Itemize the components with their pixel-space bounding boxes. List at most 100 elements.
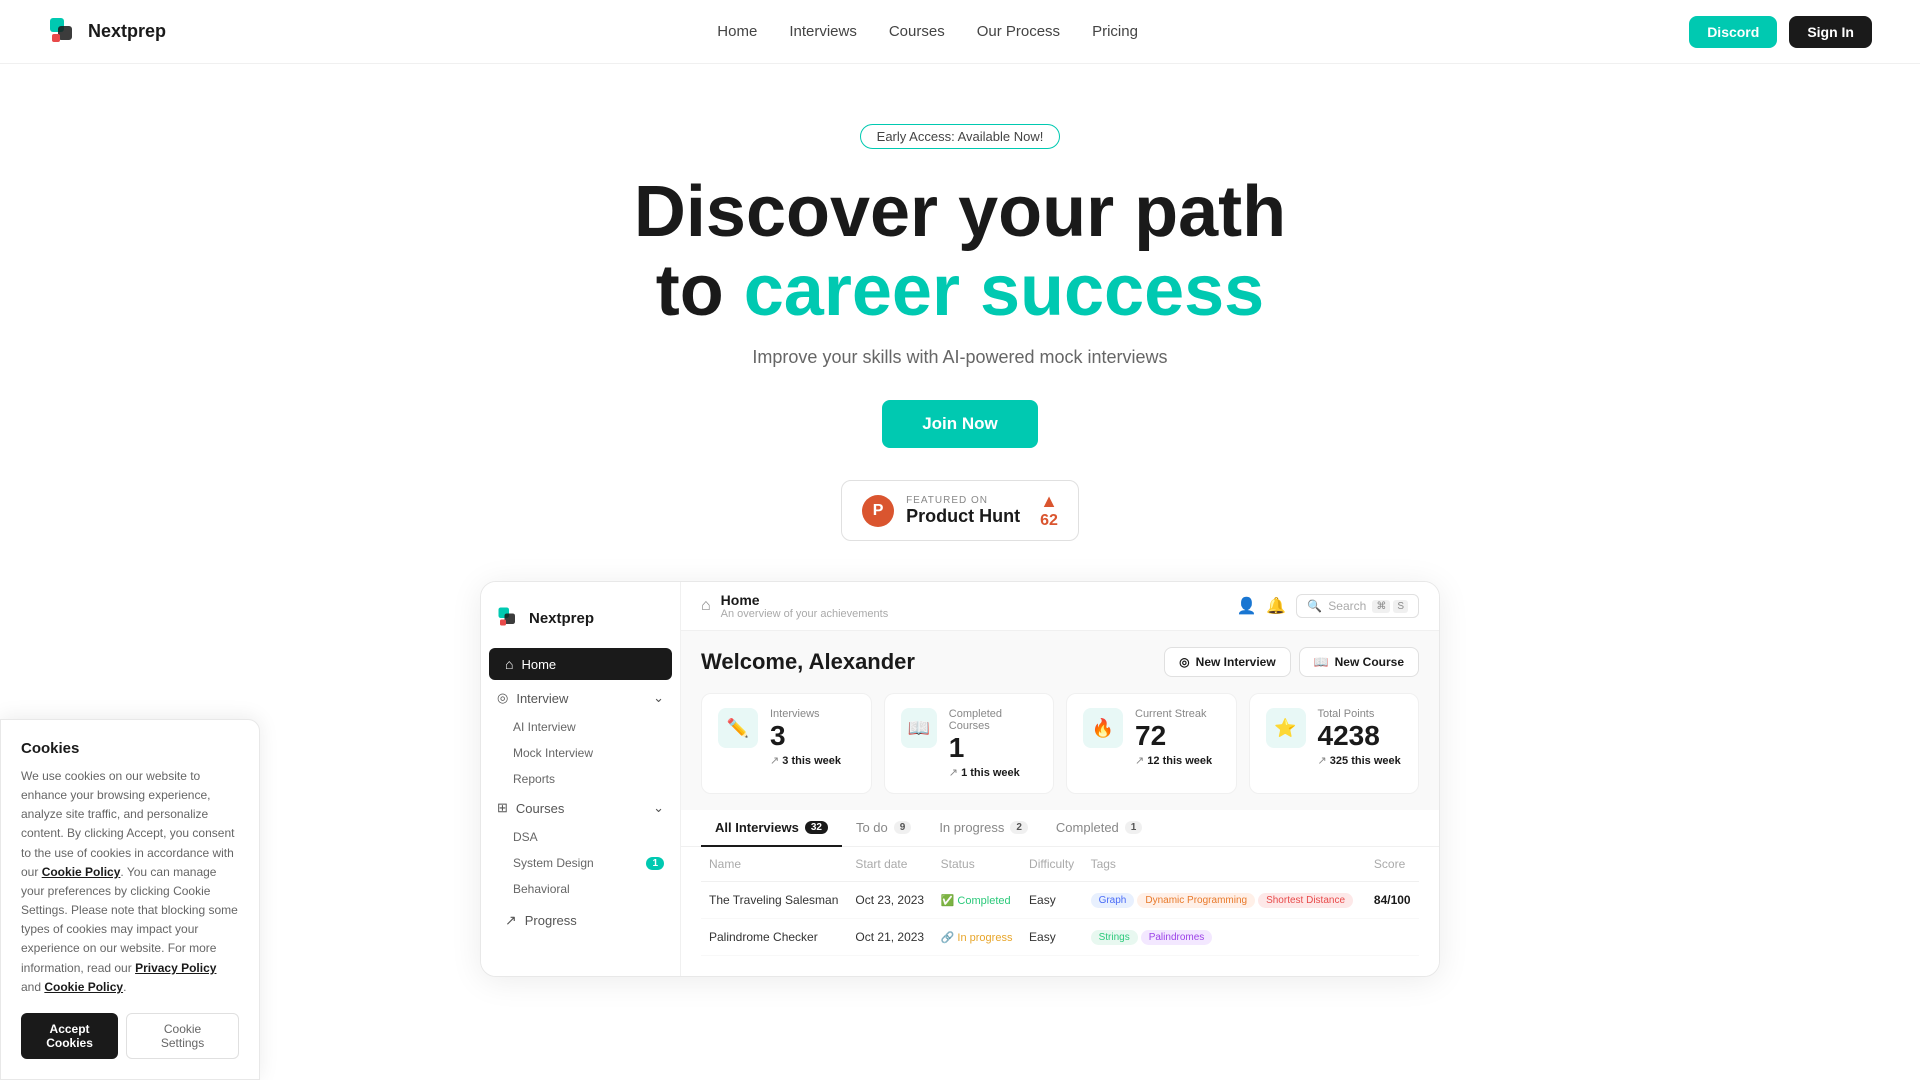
topbar-home-icon: ⌂ [701,597,711,615]
sidebar: Nextprep ⌂ Home ◎ Interview ⌄ AI Intervi… [481,582,681,976]
logo[interactable]: Nextprep [48,16,166,48]
hero-title: Discover your path to career success [634,173,1286,331]
tab-completed[interactable]: Completed 1 [1042,810,1156,847]
discord-button[interactable]: Discord [1689,16,1777,48]
topbar-title-group: Home An overview of your achievements [721,592,889,620]
col-status[interactable]: Status [933,847,1021,882]
sidebar-item-courses[interactable]: ⊞ Courses ⌄ [481,792,680,824]
hero-title-line1: Discover your path [634,172,1286,252]
col-name[interactable]: Name [701,847,847,882]
new-course-label: New Course [1335,655,1404,669]
courses-chevron-icon: ⌄ [653,800,664,816]
cell-score: 84/100 [1366,882,1419,919]
nav-pricing[interactable]: Pricing [1092,23,1138,40]
cookie-title: Cookies [21,740,239,757]
courses-stat-icon: 📖 [901,708,937,748]
ph-arrow-icon: ▲ [1040,491,1058,512]
interviews-stat-info: Interviews 3 ↗ 3 this week [770,708,841,767]
topbar-bell-icon[interactable]: 🔔 [1266,596,1286,616]
cookie-actions: Accept Cookies Cookie Settings [21,1013,239,1059]
sidebar-progress-label: Progress [525,913,577,928]
stat-card-courses: 📖 Completed Courses 1 ↗ 1 this week [884,693,1055,794]
courses-stat-sub: ↗ 1 this week [949,766,1037,779]
topbar-profile-icon[interactable]: 👤 [1237,596,1257,616]
cookie-policy-link2[interactable]: Cookie Policy [44,980,123,994]
search-placeholder-text: Search [1328,599,1366,613]
streak-stat-label: Current Streak [1135,708,1212,720]
signin-button[interactable]: Sign In [1789,16,1872,48]
sidebar-item-interview[interactable]: ◎ Interview ⌄ [481,682,680,714]
nav-courses[interactable]: Courses [889,23,945,40]
streak-stat-sub: ↗ 12 this week [1135,754,1212,767]
sidebar-item-dsa[interactable]: DSA [481,824,680,850]
behavioral-label: Behavioral [513,882,570,896]
sidebar-item-system-design[interactable]: System Design 1 [481,850,680,876]
table-row[interactable]: Palindrome Checker Oct 21, 2023 🔗 In pro… [701,919,1419,956]
sidebar-logo-icon [497,606,521,630]
sidebar-courses-label: Courses [516,801,564,816]
product-hunt-logo: P [862,495,894,527]
cookie-text: We use cookies on our website to enhance… [21,767,239,997]
accept-cookies-button[interactable]: Accept Cookies [21,1013,118,1059]
tab-todo[interactable]: To do 9 [842,810,925,847]
mock-interview-label: Mock Interview [513,746,593,760]
col-date[interactable]: Start date [847,847,932,882]
cell-status: 🔗 In progress [933,919,1021,956]
stat-card-points: ⭐ Total Points 4238 ↗ 325 this week [1249,693,1420,794]
streak-stat-value: 72 [1135,722,1212,750]
courses-stat-label: Completed Courses [949,708,1037,732]
sidebar-item-ai-interview[interactable]: AI Interview [481,714,680,740]
sidebar-logo: Nextprep [481,598,680,646]
nav-interviews[interactable]: Interviews [789,23,857,40]
privacy-policy-link[interactable]: Privacy Policy [135,961,216,975]
tag: Strings [1091,930,1138,945]
col-difficulty[interactable]: Difficulty [1021,847,1083,882]
topbar-subtitle: An overview of your achievements [721,608,889,620]
tab-completed-label: Completed [1056,820,1119,835]
cell-tags: GraphDynamic ProgrammingShortest Distanc… [1083,882,1366,919]
sidebar-item-mock-interview[interactable]: Mock Interview [481,740,680,766]
welcome-title: Welcome, Alexander [701,649,915,675]
cell-score [1366,919,1419,956]
product-hunt-badge[interactable]: P FEATURED ON Product Hunt ▲ 62 [841,480,1079,541]
points-stat-info: Total Points 4238 ↗ 325 this week [1318,708,1401,767]
sidebar-item-home[interactable]: ⌂ Home [489,648,672,680]
stats-row: ✏️ Interviews 3 ↗ 3 this week 📖 Complete… [681,685,1439,810]
tabs-row: All Interviews 32 To do 9 In progress 2 … [681,810,1439,847]
interviews-table-wrap: Name Start date Status Difficulty Tags S… [681,847,1439,976]
cookie-policy-link[interactable]: Cookie Policy [42,865,121,879]
cell-name: The Traveling Salesman [701,882,847,919]
col-score[interactable]: Score [1366,847,1419,882]
col-tags[interactable]: Tags [1083,847,1366,882]
nav-process[interactable]: Our Process [977,23,1060,40]
sidebar-item-behavioral[interactable]: Behavioral [481,876,680,902]
cell-name: Palindrome Checker [701,919,847,956]
sidebar-home-label: Home [521,657,556,672]
join-now-button[interactable]: Join Now [882,400,1038,448]
tab-all-label: All Interviews [715,820,799,835]
sidebar-item-progress[interactable]: ↗ Progress [489,904,672,937]
courses-stat-value: 1 [949,734,1037,762]
table-row[interactable]: The Traveling Salesman Oct 23, 2023 ✅ Co… [701,882,1419,919]
reports-label: Reports [513,772,555,786]
tab-completed-count: 1 [1125,821,1143,834]
cookie-settings-button[interactable]: Cookie Settings [126,1013,239,1059]
dashboard: Nextprep ⌂ Home ◎ Interview ⌄ AI Intervi… [480,581,1440,977]
nav-home[interactable]: Home [717,23,757,40]
tab-inprogress[interactable]: In progress 2 [925,810,1042,847]
ai-interview-label: AI Interview [513,720,576,734]
new-interview-button[interactable]: ◎ New Interview [1164,647,1291,677]
points-stat-sub: ↗ 325 this week [1318,754,1401,767]
tab-all-interviews[interactable]: All Interviews 32 [701,810,842,847]
new-course-button[interactable]: 📖 New Course [1299,647,1419,677]
tag: Graph [1091,893,1135,908]
stat-card-streak: 🔥 Current Streak 72 ↗ 12 this week [1066,693,1237,794]
search-bar[interactable]: 🔍 Search ⌘ S [1296,594,1419,618]
main-content: ⌂ Home An overview of your achievements … [681,582,1439,976]
cell-difficulty: Easy [1021,919,1083,956]
home-icon: ⌂ [505,656,513,672]
kbd-s: S [1393,600,1408,613]
cookie-banner: Cookies We use cookies on our website to… [0,719,260,1080]
nav-links: Home Interviews Courses Our Process Pric… [717,23,1138,40]
sidebar-item-reports[interactable]: Reports [481,766,680,792]
